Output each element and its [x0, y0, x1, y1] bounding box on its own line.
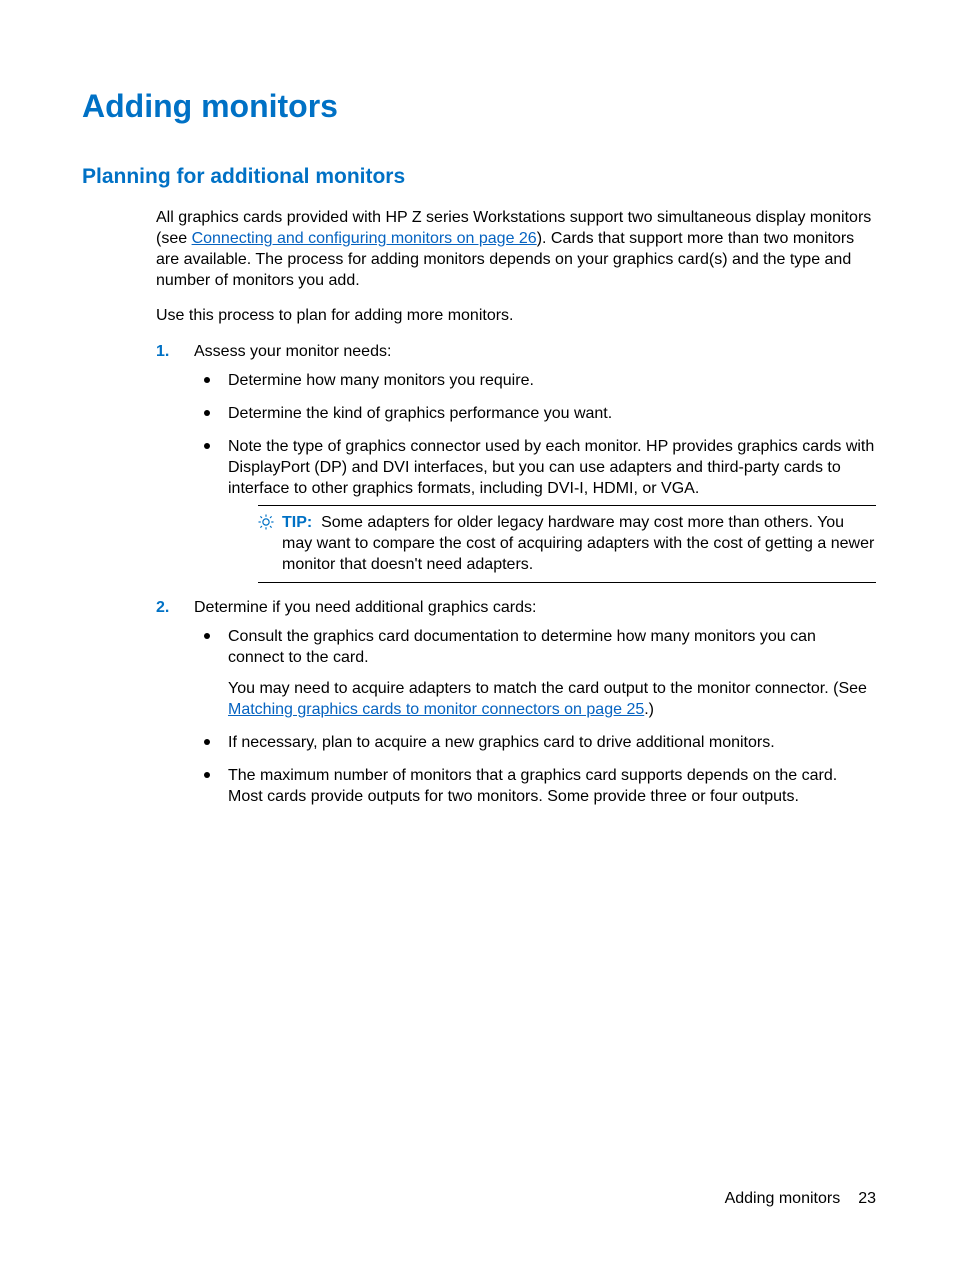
page-container: Adding monitors Planning for additional … — [0, 0, 954, 1270]
tip-callout: TIP: Some adapters for older legacy hard… — [258, 505, 876, 582]
steps-list: 1. Assess your monitor needs: Determine … — [156, 341, 876, 808]
step-number: 1. — [156, 341, 169, 362]
list-item: Determine the kind of graphics performan… — [194, 403, 876, 424]
page-title: Adding monitors — [82, 88, 876, 125]
step-1: 1. Assess your monitor needs: Determine … — [156, 341, 876, 583]
footer-label: Adding monitors — [725, 1190, 841, 1207]
link-connecting-configuring[interactable]: Connecting and configuring monitors on p… — [192, 230, 537, 247]
list-item: Note the type of graphics connector used… — [194, 436, 876, 583]
step-2: 2. Determine if you need additional grap… — [156, 597, 876, 808]
tip-icon — [257, 513, 275, 531]
page-footer: Adding monitors 23 — [725, 1190, 876, 1208]
step-1-bullets: Determine how many monitors you require.… — [194, 370, 876, 583]
tip-label: TIP: — [282, 514, 312, 531]
list-item: Determine how many monitors you require. — [194, 370, 876, 391]
link-matching-graphics[interactable]: Matching graphics cards to monitor conne… — [228, 701, 644, 718]
body-content: All graphics cards provided with HP Z se… — [156, 207, 876, 807]
section-heading: Planning for additional monitors — [82, 165, 876, 189]
text: Note the type of graphics connector used… — [228, 438, 874, 497]
intro-paragraph-1: All graphics cards provided with HP Z se… — [156, 207, 876, 291]
step-number: 2. — [156, 597, 169, 618]
list-item: The maximum number of monitors that a gr… — [194, 765, 876, 807]
list-item: If necessary, plan to acquire a new grap… — [194, 732, 876, 753]
text: Consult the graphics card documentation … — [228, 628, 816, 666]
sub-paragraph: You may need to acquire adapters to matc… — [228, 678, 876, 720]
text: You may need to acquire adapters to matc… — [228, 680, 867, 697]
step-text: Assess your monitor needs: — [194, 343, 391, 360]
text: .) — [644, 701, 654, 718]
tip-text: Some adapters for older legacy hardware … — [282, 514, 874, 573]
step-2-bullets: Consult the graphics card documentation … — [194, 626, 876, 808]
intro-paragraph-2: Use this process to plan for adding more… — [156, 305, 876, 326]
page-number: 23 — [858, 1190, 876, 1207]
step-text: Determine if you need additional graphic… — [194, 599, 536, 616]
list-item: Consult the graphics card documentation … — [194, 626, 876, 720]
